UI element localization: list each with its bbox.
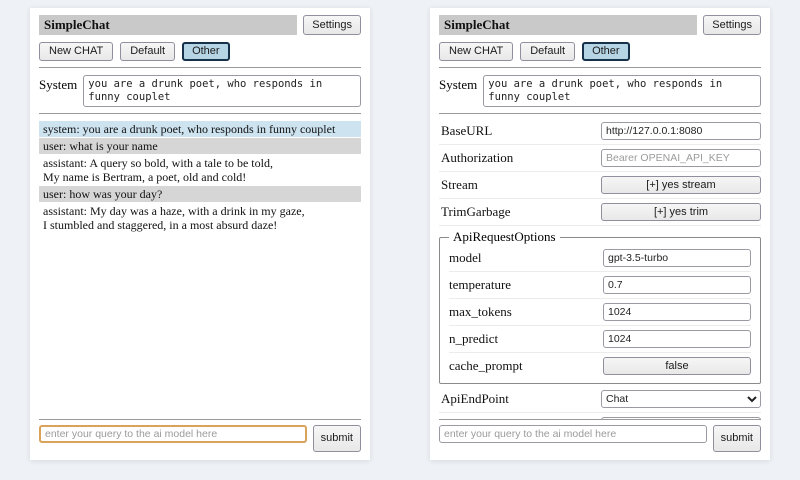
new-chat-button[interactable]: New CHAT	[439, 42, 513, 61]
max-tokens-input[interactable]	[603, 303, 751, 321]
stream-label: Stream	[441, 177, 478, 193]
trimgarbage-toggle-button[interactable]: [+] yes trim	[601, 203, 761, 221]
system-prompt-textarea[interactable]: you are a drunk poet, who responds in fu…	[483, 75, 761, 107]
authorization-label: Authorization	[441, 150, 513, 166]
model-label: model	[449, 250, 482, 266]
chat-message-assistant: assistant: My day was a haze, with a dri…	[39, 203, 361, 233]
setting-row-max-tokens: max_tokens	[449, 299, 751, 326]
setting-row-baseurl: BaseURL	[439, 118, 761, 145]
system-label: System	[39, 75, 77, 93]
authorization-input[interactable]	[601, 149, 761, 167]
divider	[39, 113, 361, 114]
system-label: System	[439, 75, 477, 93]
api-endpoint-label: ApiEndPoint	[441, 391, 509, 407]
max-tokens-label: max_tokens	[449, 304, 512, 320]
assistant-line: My name is Bertram, a poet, old and cold…	[43, 170, 357, 184]
assistant-line: assistant: My day was a haze, with a dri…	[43, 204, 357, 218]
chat-message-system: system: you are a drunk poet, who respon…	[39, 121, 361, 137]
divider	[439, 113, 761, 114]
session-default-button[interactable]: Default	[520, 42, 575, 61]
setting-row-temperature: temperature	[449, 272, 751, 299]
submit-button[interactable]: submit	[713, 425, 761, 452]
divider	[439, 419, 761, 420]
setting-row-n-predict: n_predict	[449, 326, 751, 353]
session-other-button[interactable]: Other	[582, 42, 630, 61]
session-other-button[interactable]: Other	[182, 42, 230, 61]
session-buttons: New CHAT Default Other	[39, 42, 361, 61]
submit-button[interactable]: submit	[313, 425, 361, 452]
chat-panel: SimpleChat Settings New CHAT Default Oth…	[30, 8, 370, 460]
session-default-button[interactable]: Default	[120, 42, 175, 61]
divider	[39, 67, 361, 68]
stream-toggle-button[interactable]: [+] yes stream	[601, 176, 761, 194]
setting-row-authorization: Authorization	[439, 145, 761, 172]
divider	[439, 67, 761, 68]
n-predict-input[interactable]	[603, 330, 751, 348]
system-prompt-row: System you are a drunk poet, who respond…	[39, 75, 361, 107]
setting-row-api-endpoint: ApiEndPoint Chat	[439, 386, 761, 413]
app-title: SimpleChat	[39, 15, 297, 35]
cache-prompt-label: cache_prompt	[449, 358, 523, 374]
trimgarbage-label: TrimGarbage	[441, 204, 511, 220]
api-request-options-legend: ApiRequestOptions	[449, 229, 560, 245]
model-input[interactable]	[603, 249, 751, 267]
chat-message-list: system: you are a drunk poet, who respon…	[39, 121, 361, 419]
settings-button[interactable]: Settings	[703, 15, 761, 35]
query-row: submit	[439, 425, 761, 452]
settings-list: BaseURL Authorization Stream [+] yes str…	[439, 118, 761, 419]
assistant-line: I stumbled and staggered, in a most absu…	[43, 218, 357, 232]
baseurl-label: BaseURL	[441, 123, 492, 139]
api-endpoint-select[interactable]: Chat	[601, 390, 761, 408]
setting-row-stream: Stream [+] yes stream	[439, 172, 761, 199]
baseurl-input[interactable]	[601, 122, 761, 140]
system-prompt-row: System you are a drunk poet, who respond…	[439, 75, 761, 107]
api-request-options-fieldset: ApiRequestOptions model temperature max_…	[439, 229, 761, 384]
chat-message-assistant: assistant: A query so bold, with a tale …	[39, 155, 361, 185]
new-chat-button[interactable]: New CHAT	[39, 42, 113, 61]
temperature-input[interactable]	[603, 276, 751, 294]
assistant-line: assistant: A query so bold, with a tale …	[43, 156, 357, 170]
setting-row-model: model	[449, 245, 751, 272]
cache-prompt-toggle-button[interactable]: false	[603, 357, 751, 375]
query-input[interactable]	[439, 425, 707, 443]
header: SimpleChat Settings	[39, 15, 361, 35]
session-buttons: New CHAT Default Other	[439, 42, 761, 61]
setting-row-cache-prompt: cache_prompt false	[449, 353, 751, 379]
settings-button[interactable]: Settings	[303, 15, 361, 35]
divider	[39, 419, 361, 420]
settings-panel: SimpleChat Settings New CHAT Default Oth…	[430, 8, 770, 460]
system-prompt-textarea[interactable]: you are a drunk poet, who responds in fu…	[83, 75, 361, 107]
n-predict-label: n_predict	[449, 331, 498, 347]
chat-message-user: user: how was your day?	[39, 186, 361, 202]
chat-message-user: user: what is your name	[39, 138, 361, 154]
temperature-label: temperature	[449, 277, 511, 293]
app-title: SimpleChat	[439, 15, 697, 35]
query-input[interactable]	[39, 425, 307, 443]
query-row: submit	[39, 425, 361, 452]
setting-row-trimgarbage: TrimGarbage [+] yes trim	[439, 199, 761, 226]
header: SimpleChat Settings	[439, 15, 761, 35]
